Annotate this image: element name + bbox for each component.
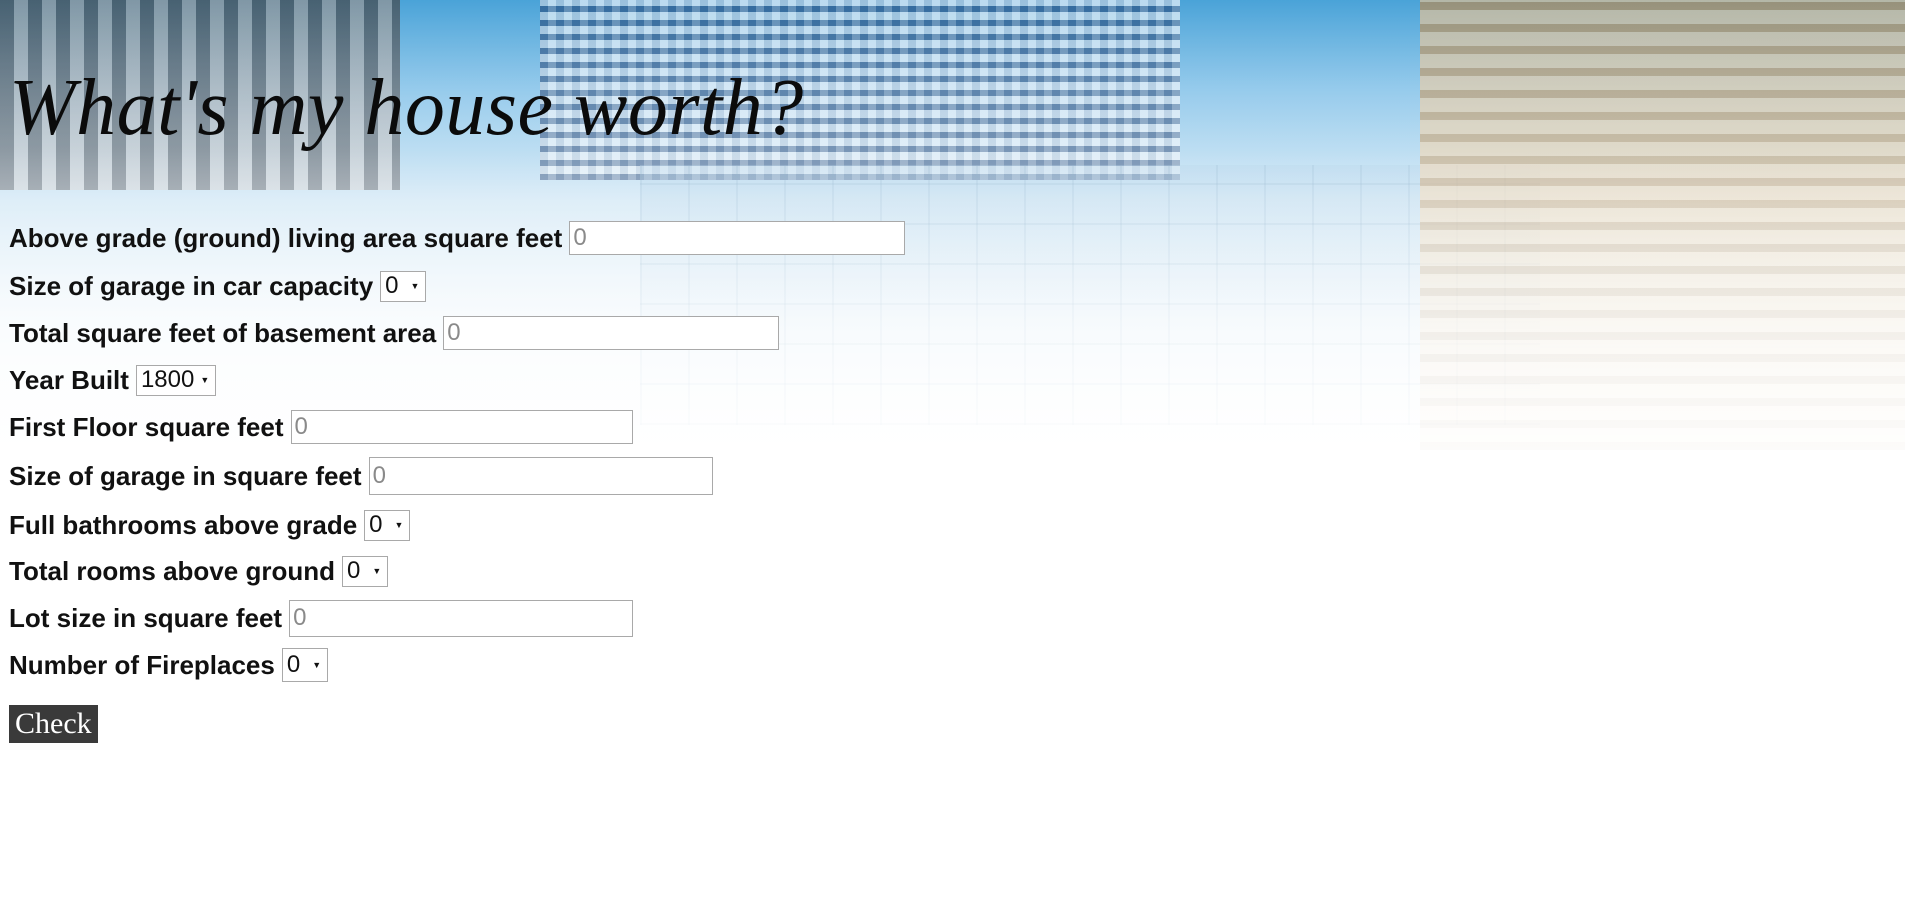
total-rooms-value: 0	[346, 557, 361, 584]
total-rooms-select[interactable]: 0 ▼	[341, 555, 389, 587]
year-built-select[interactable]: 1800 ▼	[135, 364, 217, 396]
garage-cars-value: 0	[385, 272, 399, 299]
full-bath-value: 0	[369, 511, 383, 538]
house-value-form: Above grade (ground) living area square …	[9, 220, 1905, 743]
living-area-label: Above grade (ground) living area square …	[9, 222, 563, 253]
garage-area-label: Size of garage in square feet	[9, 460, 362, 491]
first-floor-input[interactable]	[290, 410, 633, 444]
field-row-living-area: Above grade (ground) living area square …	[9, 220, 1905, 256]
fireplaces-value: 0	[286, 651, 301, 678]
year-built-label: Year Built	[9, 364, 129, 395]
field-row-garage-area: Size of garage in square feet	[9, 457, 1905, 495]
garage-cars-label: Size of garage in car capacity	[9, 270, 374, 301]
basement-area-label: Total square feet of basement area	[9, 317, 437, 348]
dropdown-arrow-icon: ▼	[312, 660, 322, 670]
field-row-full-bath: Full bathrooms above grade 0 ▼	[9, 507, 1905, 543]
living-area-input[interactable]	[569, 221, 906, 255]
page-title: What's my house worth?	[9, 64, 804, 152]
field-row-total-rooms: Total rooms above ground 0 ▼	[9, 553, 1905, 589]
lot-size-label: Lot size in square feet	[9, 602, 283, 633]
lot-size-input[interactable]	[289, 599, 634, 637]
full-bath-label: Full bathrooms above grade	[9, 509, 358, 540]
field-row-first-floor: First Floor square feet	[9, 409, 1905, 445]
dropdown-arrow-icon: ▼	[372, 566, 382, 576]
dropdown-arrow-icon: ▼	[200, 375, 210, 385]
field-row-basement: Total square feet of basement area	[9, 315, 1905, 351]
year-built-value: 1800	[140, 366, 195, 393]
garage-cars-select[interactable]: 0 ▼	[380, 270, 427, 302]
total-rooms-label: Total rooms above ground	[9, 555, 335, 586]
dropdown-arrow-icon: ▼	[394, 520, 404, 530]
main-content: What's my house worth? Above grade (grou…	[0, 0, 1905, 743]
field-row-lot-size: Lot size in square feet	[9, 599, 1905, 637]
first-floor-label: First Floor square feet	[9, 411, 284, 442]
dropdown-arrow-icon: ▼	[410, 281, 420, 291]
field-row-garage-cars: Size of garage in car capacity 0 ▼	[9, 268, 1905, 304]
fireplaces-label: Number of Fireplaces	[9, 649, 275, 680]
check-button[interactable]: Check	[9, 705, 98, 743]
full-bath-select[interactable]: 0 ▼	[364, 509, 411, 541]
fireplaces-select[interactable]: 0 ▼	[281, 648, 329, 682]
garage-area-input[interactable]	[368, 457, 713, 495]
field-row-year-built: Year Built 1800 ▼	[9, 362, 1905, 398]
field-row-fireplaces: Number of Fireplaces 0 ▼	[9, 647, 1905, 683]
basement-area-input[interactable]	[443, 316, 780, 350]
